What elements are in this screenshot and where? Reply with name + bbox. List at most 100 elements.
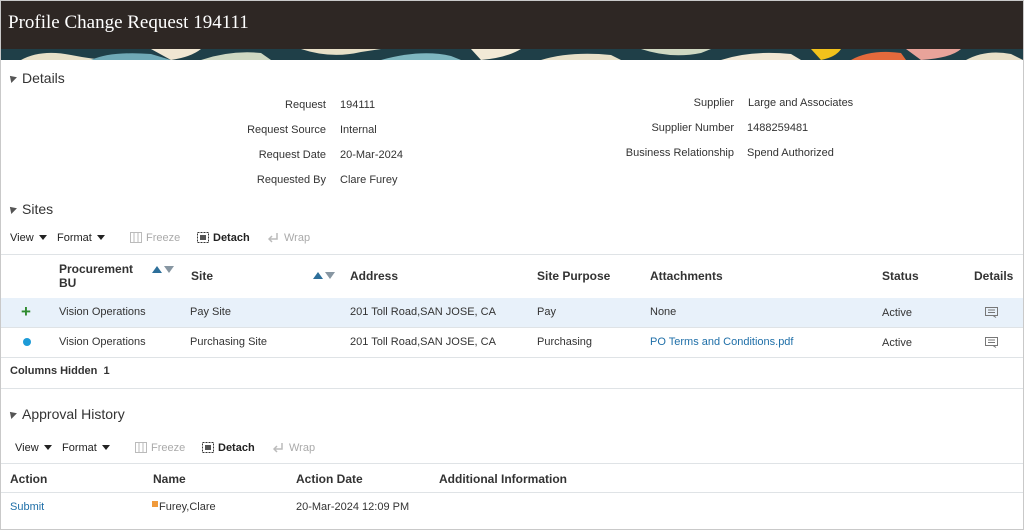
freeze-label: Freeze xyxy=(146,232,181,244)
sites-detach-button[interactable]: Detach xyxy=(197,232,250,244)
cell-address: 201 Toll Road,SAN JOSE, CA xyxy=(350,306,496,318)
sites-section-header[interactable]: Sites xyxy=(7,201,53,217)
view-label: View xyxy=(15,442,39,454)
approval-freeze-button[interactable]: Freeze xyxy=(135,442,185,454)
col-procurement-bu[interactable]: Procurement BU xyxy=(59,262,133,290)
sites-wrap-button[interactable]: Wrap xyxy=(268,232,310,244)
col-details[interactable]: Details xyxy=(974,269,1013,283)
approval-wrap-button[interactable]: Wrap xyxy=(273,442,315,454)
wrap-label: Wrap xyxy=(284,232,311,244)
approval-format-menu[interactable]: Format xyxy=(62,442,110,454)
business-relationship-value: Spend Authorized xyxy=(747,147,834,159)
cell-name: Furey,Clare xyxy=(159,501,216,513)
format-label: Format xyxy=(62,442,97,454)
cell-site: Purchasing Site xyxy=(190,336,268,348)
details-icon[interactable] xyxy=(985,337,998,348)
col-name[interactable]: Name xyxy=(153,472,186,486)
attachment-link[interactable]: PO Terms and Conditions.pdf xyxy=(650,336,793,348)
sort-ascending-icon[interactable] xyxy=(152,266,162,273)
col-action[interactable]: Action xyxy=(10,472,47,486)
approval-view-menu[interactable]: View xyxy=(15,442,52,454)
cell-site: Pay Site xyxy=(190,306,231,318)
details-section-header[interactable]: Details xyxy=(7,70,65,86)
columns-hidden-count: 1 xyxy=(103,365,110,377)
request-label: Request xyxy=(285,99,326,111)
cell-attachments: None xyxy=(650,306,677,318)
requested-by-label: Requested By xyxy=(256,174,326,186)
sites-format-menu[interactable]: Format xyxy=(57,232,105,244)
sort-ascending-icon[interactable] xyxy=(313,272,323,279)
collapse-triangle-icon xyxy=(7,409,17,419)
supplier-number-value: 1488259481 xyxy=(747,122,809,134)
sort-icon[interactable] xyxy=(152,264,174,276)
view-label: View xyxy=(10,232,34,244)
page-title: Profile Change Request 194111 xyxy=(8,12,249,33)
sort-icon[interactable] xyxy=(313,270,335,282)
approval-title: Approval History xyxy=(22,406,125,422)
col-address[interactable]: Address xyxy=(350,269,398,283)
sort-descending-icon[interactable] xyxy=(164,266,174,273)
cell-purpose: Pay xyxy=(537,306,556,318)
approval-detach-button[interactable]: Detach xyxy=(202,442,255,454)
chevron-down-icon xyxy=(43,445,52,450)
divider xyxy=(1,463,1023,464)
sites-view-menu[interactable]: View xyxy=(10,232,47,244)
format-label: Format xyxy=(57,232,92,244)
plus-icon: + xyxy=(21,302,31,321)
detach-icon xyxy=(197,232,209,243)
decorative-banner xyxy=(1,49,1023,60)
collapse-triangle-icon xyxy=(7,204,17,214)
detach-label: Detach xyxy=(218,442,255,454)
sort-descending-icon[interactable] xyxy=(325,272,335,279)
request-source-label: Request Source xyxy=(247,124,326,136)
freeze-label: Freeze xyxy=(151,442,186,454)
col-site-purpose[interactable]: Site Purpose xyxy=(537,269,610,283)
details-icon[interactable] xyxy=(985,307,998,318)
freeze-icon xyxy=(130,232,142,243)
cell-address: 201 Toll Road,SAN JOSE, CA xyxy=(350,336,496,348)
cell-status: Active xyxy=(882,307,912,319)
cell-purpose: Purchasing xyxy=(537,336,593,348)
collapse-triangle-icon xyxy=(7,73,17,83)
divider xyxy=(1,492,1023,493)
divider xyxy=(1,357,1023,358)
detach-label: Detach xyxy=(213,232,250,244)
col-additional-information[interactable]: Additional Information xyxy=(439,472,567,486)
page-frame: Profile Change Request 194111 Details Re… xyxy=(0,0,1024,530)
request-value: 194111 xyxy=(340,99,376,111)
submit-action-link[interactable]: Submit xyxy=(10,501,44,513)
divider xyxy=(1,388,1023,389)
request-source-value: Internal xyxy=(340,124,377,136)
col-procurement-bu-line2: BU xyxy=(59,276,77,290)
table-row[interactable] xyxy=(1,298,1023,327)
col-procurement-bu-line1: Procurement xyxy=(59,262,134,276)
chevron-down-icon xyxy=(101,445,110,450)
wrap-label: Wrap xyxy=(289,442,316,454)
supplier-number-label: Supplier Number xyxy=(651,122,734,134)
col-action-date[interactable]: Action Date xyxy=(296,472,363,486)
divider xyxy=(1,254,1023,255)
supplier-label: Supplier xyxy=(693,97,734,109)
cell-action-date: 20-Mar-2024 12:09 PM xyxy=(296,501,410,513)
request-date-label: Request Date xyxy=(258,149,326,161)
details-title: Details xyxy=(22,70,65,86)
wrap-icon xyxy=(268,233,278,243)
dot-icon xyxy=(23,338,31,346)
freeze-icon xyxy=(135,442,147,453)
chevron-down-icon xyxy=(96,235,105,240)
flag-icon xyxy=(152,501,158,507)
cell-bu: Vision Operations xyxy=(59,306,146,318)
business-relationship-label: Business Relationship xyxy=(625,147,734,159)
requested-by-value: Clare Furey xyxy=(340,174,398,186)
col-site[interactable]: Site xyxy=(191,269,213,283)
columns-hidden-status: Columns Hidden 1 xyxy=(10,365,110,377)
divider xyxy=(1,327,1023,328)
sites-freeze-button[interactable]: Freeze xyxy=(130,232,180,244)
columns-hidden-label: Columns Hidden xyxy=(10,365,98,377)
wrap-icon xyxy=(273,443,283,453)
approval-section-header[interactable]: Approval History xyxy=(7,406,125,422)
col-attachments[interactable]: Attachments xyxy=(650,269,723,283)
detach-icon xyxy=(202,442,214,453)
supplier-value: Large and Associates xyxy=(748,97,854,109)
col-status[interactable]: Status xyxy=(882,269,919,283)
